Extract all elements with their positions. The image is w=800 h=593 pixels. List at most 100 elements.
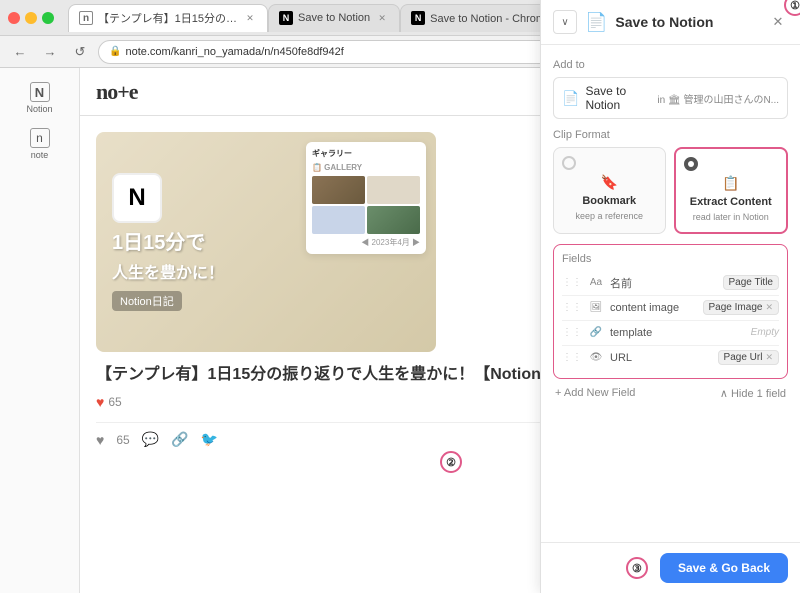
field-drag-title[interactable]: ⋮⋮ <box>562 277 582 288</box>
tab-save-notion-close[interactable]: ✕ <box>375 11 389 25</box>
field-drag-content-image[interactable]: ⋮⋮ <box>562 302 582 313</box>
field-name-content-image: content image <box>610 302 697 314</box>
article-subheadline: 人生を豊かに！ <box>112 259 224 283</box>
sidebar-item-notion[interactable]: N Notion <box>4 76 75 120</box>
browser-body: N Notion n note no+e キーワ <box>0 68 800 593</box>
minimize-window-button[interactable] <box>25 12 37 24</box>
extract-label: Extract Content <box>690 196 772 208</box>
field-row-template: ⋮⋮ 🔗 template Empty <box>562 321 779 346</box>
field-drag-template[interactable]: ⋮⋮ <box>562 327 582 338</box>
forward-button[interactable]: → <box>38 40 62 64</box>
panel-footer: ③ Save & Go Back <box>541 542 800 593</box>
tab-save-notion-label: Save to Notion <box>298 12 370 24</box>
gallery-label: 📋 GALLERY <box>312 163 420 172</box>
link-icon[interactable]: 🔗 <box>171 431 188 448</box>
twitter-icon[interactable]: 🐦 <box>201 431 218 448</box>
field-name-url: URL <box>610 352 712 364</box>
note-sidebar-icon: n <box>30 128 50 148</box>
tab-note-label: 【テンプレ有】1日15分の振り返り <box>98 10 238 26</box>
bookmark-desc: keep a reference <box>575 211 643 223</box>
article-headline: 1日15分で <box>112 231 205 255</box>
chrome-ext-favicon: N <box>411 11 425 25</box>
gallery-cell-1 <box>312 176 365 204</box>
gallery-cell-4 <box>367 206 420 234</box>
comment-icon[interactable]: 💬 <box>142 431 159 448</box>
article-image: N 1日15分で 人生を豊かに！ Notion日記 ギャラリー 📋 GALLER… <box>96 132 436 352</box>
save-go-back-button[interactable]: Save & Go Back <box>660 553 788 583</box>
heart-icon: ♥ <box>96 394 104 410</box>
add-to-label: Add to <box>553 68 788 71</box>
add-to-text: Save to Notion <box>585 84 651 112</box>
clip-format-row: 🔖 Bookmark keep a reference 📋 Extract Co… <box>553 147 788 234</box>
clip-option-extract[interactable]: 📋 Extract Content read later in Notion <box>674 147 789 234</box>
hide-field-label: ∧ Hide 1 field <box>720 387 786 400</box>
field-name-template: template <box>610 327 745 339</box>
save-notion-favicon: N <box>279 11 293 25</box>
annotation-3: ③ <box>626 557 648 579</box>
clip-format-label: Clip Format <box>553 129 788 141</box>
bookmark-radio[interactable] <box>562 156 576 170</box>
tab-note-close[interactable]: ✕ <box>243 11 257 25</box>
article-tag: Notion日記 <box>112 291 182 311</box>
field-type-icon-template: 🔗 <box>588 325 604 341</box>
notion-sidebar-label: Notion <box>26 104 52 114</box>
field-tag-url: Page Url ✕ <box>718 350 779 365</box>
tab-note[interactable]: n 【テンプレ有】1日15分の振り返り ✕ <box>68 4 268 32</box>
close-window-button[interactable] <box>8 12 20 24</box>
field-tag-title: Page Title <box>723 275 779 290</box>
field-type-icon-title: Aa <box>588 275 604 291</box>
gallery-grid <box>312 176 420 234</box>
add-field-label: + Add New Field <box>555 387 635 399</box>
notion-logo-box: N <box>112 173 162 223</box>
field-tag-url-close[interactable]: ✕ <box>765 352 773 363</box>
field-type-icon-content-image: 🖼 <box>588 300 604 316</box>
traffic-lights <box>8 12 54 24</box>
annotation-2: ② <box>440 451 462 473</box>
gallery-cell-3 <box>312 206 365 234</box>
field-tag-content-image-text: Page Image <box>709 302 763 313</box>
extract-icon: 📋 <box>722 175 739 192</box>
panel-action-row: + Add New Field ∧ Hide 1 field <box>553 387 788 400</box>
site-logo: no+e <box>96 79 138 105</box>
add-to-dest: in 🏛 管理の山田さんのN... <box>657 91 779 106</box>
field-row-url: ⋮⋮ 👁 URL Page Url ✕ <box>562 346 779 370</box>
field-type-icon-url: 👁 <box>588 350 604 366</box>
field-drag-url[interactable]: ⋮⋮ <box>562 352 582 363</box>
clip-option-bookmark[interactable]: 🔖 Bookmark keep a reference <box>553 147 666 234</box>
fields-label: Fields <box>562 253 779 265</box>
add-to-doc-icon: 📄 <box>562 90 579 107</box>
field-row-content-image: ⋮⋮ 🖼 content image Page Image ✕ <box>562 296 779 321</box>
extract-radio[interactable] <box>684 157 698 171</box>
lock-icon: 🔒 <box>109 46 121 57</box>
field-row-title: ⋮⋮ Aa 名前 Page Title <box>562 271 779 296</box>
hide-field-button[interactable]: ∧ Hide 1 field <box>720 387 786 400</box>
gallery-date: ◀ 2023年4月 ▶ <box>312 237 420 248</box>
gallery-preview: ギャラリー 📋 GALLERY ◀ 2023年4月 ▶ <box>306 142 426 254</box>
field-tag-content-image: Page Image ✕ <box>703 300 779 315</box>
field-tag-url-text: Page Url <box>724 352 763 363</box>
heart-count: 65 <box>108 395 121 409</box>
left-sidebar: N Notion n note <box>0 68 80 593</box>
add-to-row[interactable]: 📄 Save to Notion in 🏛 管理の山田さんのN... <box>553 77 788 119</box>
footer-heart-count: 65 <box>116 433 129 447</box>
notion-sidebar-icon: N <box>30 82 50 102</box>
footer-heart-icon[interactable]: ♥ <box>96 432 104 448</box>
reload-button[interactable]: ↺ <box>68 40 92 64</box>
note-sidebar-label: note <box>31 150 49 160</box>
maximize-window-button[interactable] <box>42 12 54 24</box>
tab-save-notion[interactable]: N Save to Notion ✕ <box>268 4 400 32</box>
gallery-preview-title: ギャラリー <box>312 148 420 159</box>
panel-body: Add to 📄 Save to Notion in 🏛 管理の山田さんのN..… <box>541 68 800 542</box>
field-name-title: 名前 <box>610 275 717 291</box>
fields-section: Fields ⋮⋮ Aa 名前 Page Title ⋮⋮ 🖼 <box>553 244 788 379</box>
back-button[interactable]: ← <box>8 40 32 64</box>
add-field-button[interactable]: + Add New Field <box>555 387 635 399</box>
sidebar-item-note[interactable]: n note <box>4 122 75 166</box>
bookmark-icon: 🔖 <box>601 174 618 191</box>
field-tag-title-text: Page Title <box>729 277 773 288</box>
gallery-cell-2 <box>367 176 420 204</box>
note-favicon: n <box>79 11 93 25</box>
save-to-notion-panel: ∨ 📄 Save to Notion ✕ Add to 📄 Save to No… <box>540 68 800 593</box>
field-tag-content-image-close[interactable]: ✕ <box>765 302 773 313</box>
browser-frame: n 【テンプレ有】1日15分の振り返り ✕ N Save to Notion ✕… <box>0 0 800 593</box>
